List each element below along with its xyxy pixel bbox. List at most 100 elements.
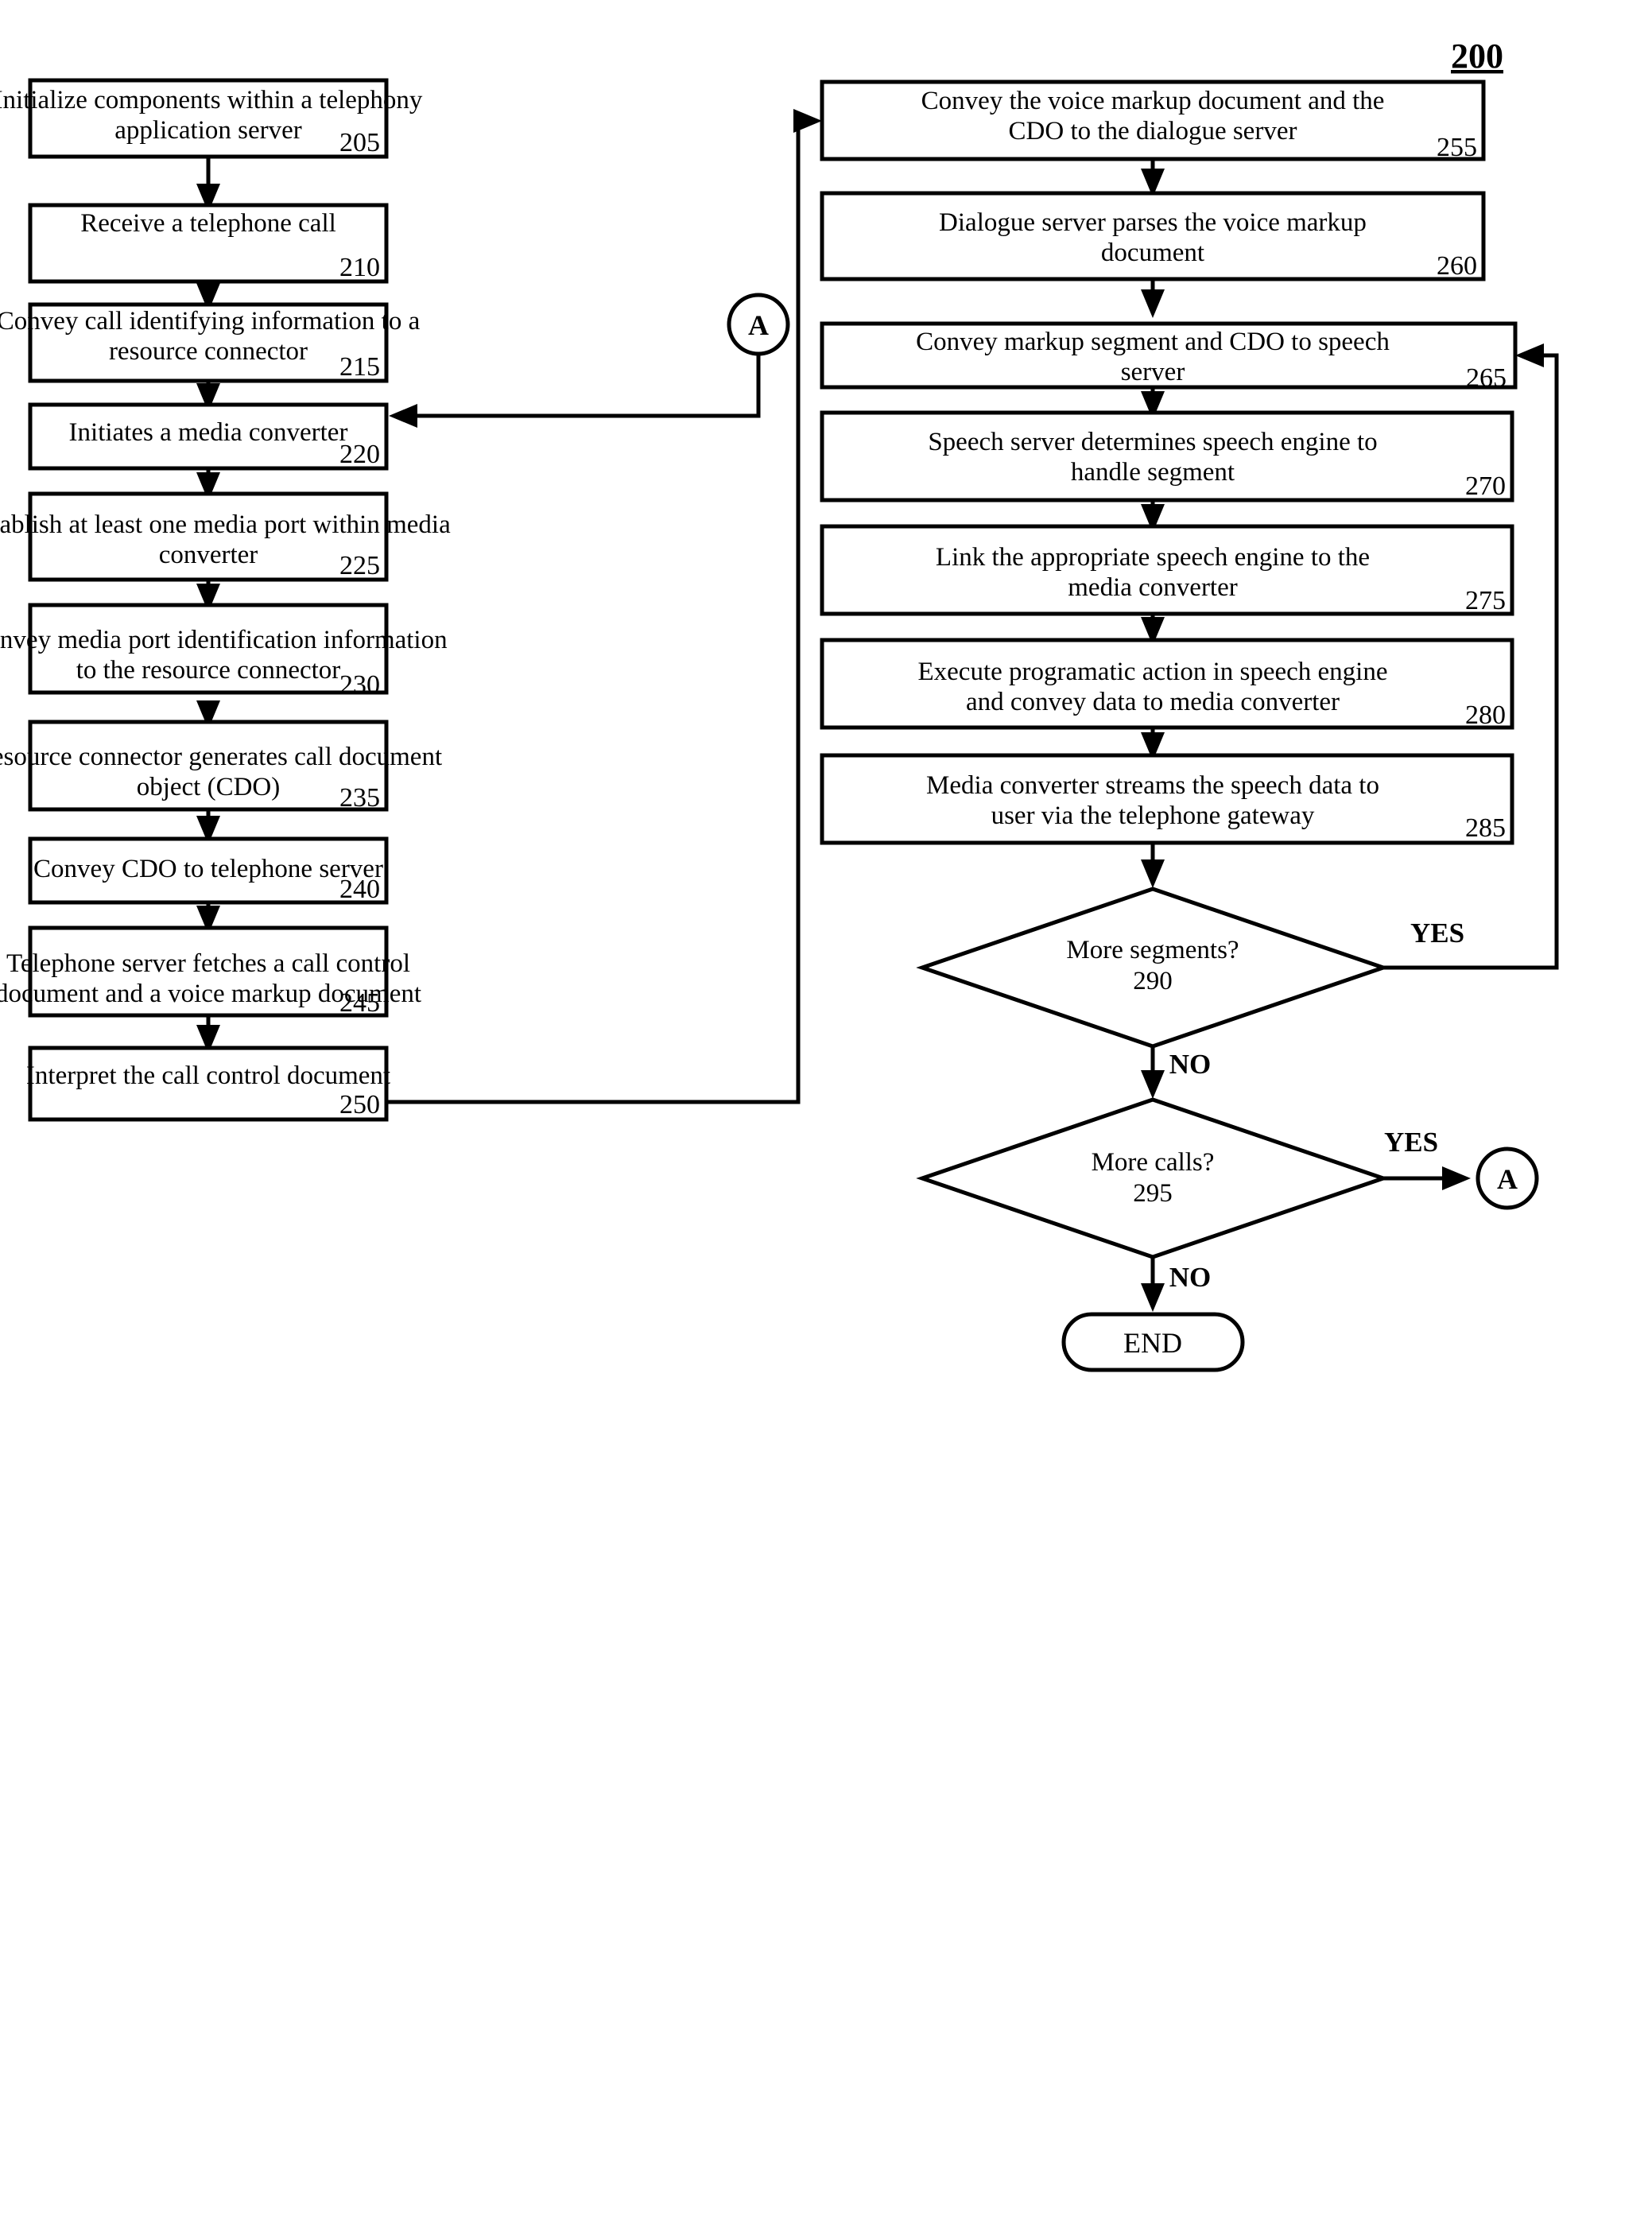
decision-290-label: More segments? (1066, 936, 1239, 964)
process-box-210[interactable]: Receive a telephone call 210 (28, 203, 389, 284)
box-235-line2: object (CDO) (137, 773, 281, 801)
process-box-245[interactable]: Telephone server fetches a call control … (0, 925, 421, 1018)
box-245-number: 245 (339, 988, 380, 1018)
box-275-number: 275 (1465, 586, 1506, 615)
process-box-265[interactable]: Convey markup segment and CDO to speech … (820, 321, 1518, 393)
process-box-285[interactable]: Media converter streams the speech data … (820, 753, 1514, 845)
box-230-number: 230 (339, 670, 380, 700)
process-box-280[interactable]: Execute programatic action in speech eng… (820, 638, 1514, 730)
edge-label-290-yes: YES (1410, 918, 1464, 949)
edge-label-295-no: NO (1169, 1262, 1212, 1293)
arrowhead-250-255 (793, 109, 822, 133)
box-245-line1: Telephone server fetches a call control (6, 949, 410, 978)
decision-295[interactable]: More calls? 295 (916, 1097, 1390, 1259)
box-215-line1: Convey call identifying information to a (0, 307, 421, 336)
arrowhead-260-265 (1141, 289, 1165, 318)
box-265-number: 265 (1466, 363, 1507, 393)
box-205-number: 205 (339, 128, 380, 157)
process-box-255[interactable]: Convey the voice markup document and the… (820, 80, 1486, 162)
box-280-line1: Execute programatic action in speech eng… (918, 658, 1388, 686)
box-230-line1: Convey media port identification informa… (0, 626, 448, 654)
box-205-line1: Initialize components within a telephony (0, 86, 423, 114)
box-215-number: 215 (339, 352, 380, 382)
box-225-line2: converter (159, 541, 258, 569)
edge-250-to-255 (386, 109, 822, 1104)
box-280-line2: and convey data to media converter (966, 688, 1340, 716)
connector-a-bottom[interactable]: A (1476, 1147, 1539, 1210)
connector-a-top-label: A (748, 309, 769, 341)
arrowhead-290yes-265 (1515, 343, 1544, 367)
box-210-number: 210 (339, 253, 380, 282)
box-255-number: 255 (1437, 133, 1477, 162)
arrowhead-295no-end (1141, 1283, 1165, 1312)
connector-a-bottom-label: A (1497, 1163, 1518, 1195)
box-225-number: 225 (339, 551, 380, 580)
edge-290-no-to-295: NO (1141, 1046, 1211, 1099)
arrowhead-290no-295 (1141, 1070, 1165, 1099)
edge-295-yes-to-connector-a: YES (1383, 1127, 1471, 1190)
edge-label-290-no: NO (1169, 1049, 1212, 1080)
edge-260-to-265 (1141, 279, 1165, 318)
process-box-235[interactable]: Resource connector generates call docume… (0, 720, 442, 813)
box-250-line1: Interpret the call control document (26, 1061, 390, 1090)
process-box-240[interactable]: Convey CDO to telephone server 240 (28, 836, 389, 905)
box-270-rect (820, 410, 1514, 502)
decision-290[interactable]: More segments? 290 (916, 887, 1390, 1049)
box-240-line1: Convey CDO to telephone server (33, 855, 383, 883)
box-235-line1: Resource connector generates call docume… (0, 743, 442, 771)
process-box-225[interactable]: Establish at least one media port within… (0, 491, 451, 582)
end-terminator[interactable]: END (1061, 1312, 1245, 1372)
box-265-line2: server (1121, 358, 1185, 386)
box-220-number: 220 (339, 440, 380, 469)
box-275-line2: media converter (1068, 573, 1237, 602)
flowchart-canvas: 200 Initialize components within a telep… (0, 37, 1559, 1372)
connector-a-top[interactable]: A (727, 293, 790, 356)
decision-295-label: More calls? (1092, 1148, 1215, 1177)
edge-295-no-to-end: NO (1141, 1257, 1211, 1312)
process-box-230[interactable]: Convey media port identification informa… (0, 603, 448, 700)
decision-295-number: 295 (1133, 1179, 1173, 1208)
arrowhead-a-210 (389, 404, 417, 428)
box-270-line2: handle segment (1071, 458, 1235, 487)
figure-number: 200 (1451, 37, 1503, 76)
process-box-260[interactable]: Dialogue server parses the voice markup … (820, 191, 1486, 281)
box-270-line1: Speech server determines speech engine t… (928, 428, 1377, 456)
box-220-line1: Initiates a media converter (69, 418, 348, 447)
box-260-line2: document (1101, 239, 1204, 267)
process-box-220[interactable]: Initiates a media converter 220 (28, 402, 389, 471)
process-box-275[interactable]: Link the appropriate speech engine to th… (820, 524, 1514, 616)
figure-number-text: 200 (1451, 37, 1503, 76)
box-240-number: 240 (339, 875, 380, 904)
process-box-215[interactable]: Convey call identifying information to a… (0, 302, 421, 383)
end-terminator-label: END (1123, 1327, 1182, 1359)
edge-285-to-290 (1141, 843, 1165, 888)
edge-connector-a-to-210 (389, 354, 761, 428)
box-255-line1: Convey the voice markup document and the (921, 87, 1385, 115)
box-285-number: 285 (1465, 813, 1506, 843)
arrowhead-295yes-a (1442, 1166, 1471, 1190)
box-280-number: 280 (1465, 700, 1506, 730)
box-260-line1: Dialogue server parses the voice markup (939, 208, 1367, 237)
process-box-250[interactable]: Interpret the call control document 250 (26, 1046, 390, 1122)
box-255-line2: CDO to the dialogue server (1009, 117, 1297, 146)
box-230-line2: to the resource connector (76, 656, 341, 685)
box-225-line1: Establish at least one media port within… (0, 510, 451, 539)
box-285-line1: Media converter streams the speech data … (926, 771, 1379, 800)
box-265-line1: Convey markup segment and CDO to speech (916, 328, 1390, 356)
decision-290-number: 290 (1133, 967, 1173, 995)
box-205-line2: application server (114, 116, 301, 145)
flowchart-page: 200 Initialize components within a telep… (0, 0, 1652, 2231)
box-275-line1: Link the appropriate speech engine to th… (936, 543, 1370, 572)
box-210-line1: Receive a telephone call (80, 209, 336, 238)
edge-label-295-yes: YES (1384, 1127, 1438, 1158)
box-250-number: 250 (339, 1090, 380, 1119)
box-235-number: 235 (339, 783, 380, 813)
box-270-number: 270 (1465, 471, 1506, 501)
box-215-line2: resource connector (109, 337, 308, 366)
process-box-205[interactable]: Initialize components within a telephony… (0, 78, 423, 159)
process-box-270[interactable]: Speech server determines speech engine t… (820, 410, 1514, 502)
box-260-number: 260 (1437, 251, 1477, 281)
box-285-line2: user via the telephone gateway (991, 801, 1315, 830)
decision-295-shape (916, 1097, 1390, 1259)
arrowhead-285-290 (1141, 859, 1165, 888)
